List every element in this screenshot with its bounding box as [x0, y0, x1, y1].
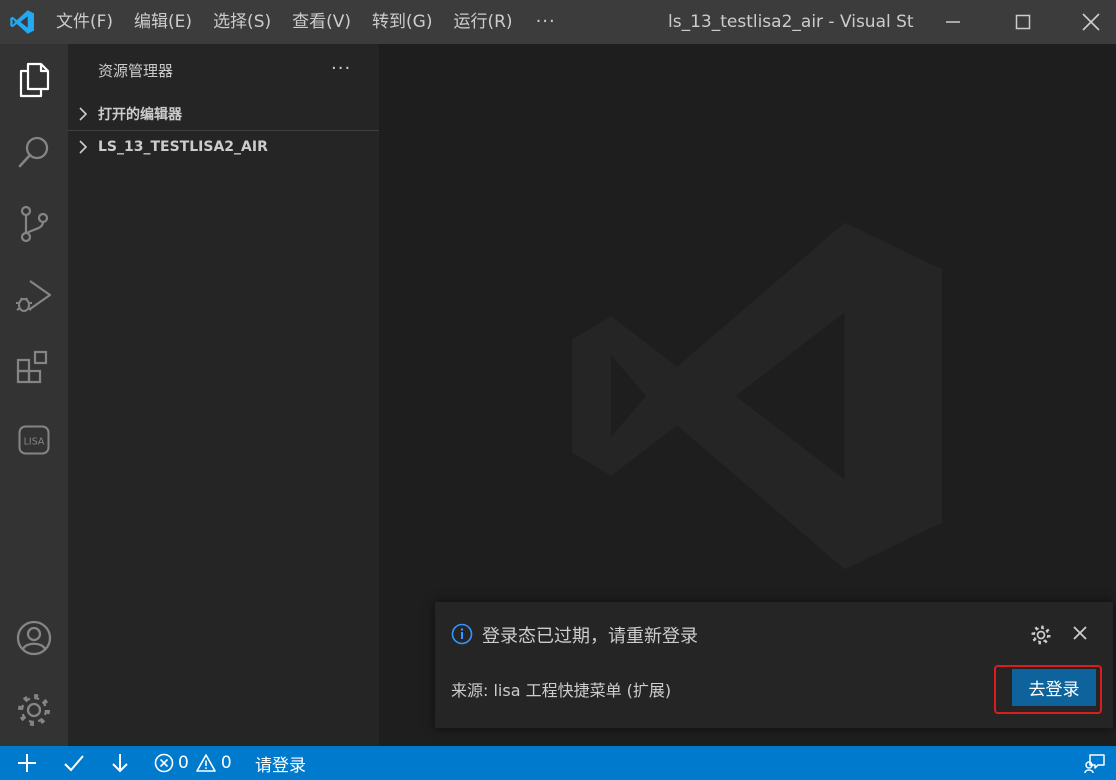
- account-icon: [16, 620, 52, 656]
- source-control-icon: [20, 205, 49, 243]
- notification-toast: 登录态已过期，请重新登录 来源: lisa 工程快捷菜单 (扩展) 去登录: [435, 602, 1113, 728]
- vscode-logo-icon[interactable]: [0, 0, 44, 44]
- section-workspace-folder-label: LS_13_TESTLISA2_AIR: [98, 139, 268, 155]
- sidebar-title: 资源管理器: [98, 62, 174, 80]
- activity-bar: LISA: [0, 44, 68, 746]
- statusbar-download-button[interactable]: [109, 746, 131, 780]
- menu-go[interactable]: 转到(G): [360, 0, 441, 44]
- minimize-button[interactable]: [930, 0, 976, 44]
- vscode-watermark-icon: [572, 222, 943, 570]
- window-title: ls_13_testlisa2_air - Visual Stu...: [668, 12, 914, 32]
- explorer-icon: [19, 62, 50, 98]
- warning-icon: [196, 754, 216, 772]
- chevron-right-icon: [68, 107, 98, 121]
- activity-run-debug[interactable]: [0, 268, 68, 324]
- minimize-icon: [946, 21, 960, 23]
- statusbar-feedback-button[interactable]: [1084, 746, 1106, 780]
- statusbar-add-button[interactable]: [16, 746, 38, 780]
- statusbar-check-button[interactable]: [63, 746, 85, 780]
- chevron-right-icon: [68, 140, 98, 154]
- notification-source: 来源: lisa 工程快捷菜单 (扩展): [451, 681, 672, 700]
- explorer-sidebar: 资源管理器 ··· 打开的编辑器 LS_13_TESTLISA2_AIR: [68, 44, 379, 746]
- maximize-icon: [1015, 14, 1031, 30]
- notification-message: 登录态已过期，请重新登录: [482, 626, 698, 647]
- menu-edit[interactable]: 编辑(E): [122, 0, 201, 44]
- error-icon: [154, 753, 174, 773]
- title-bar: 文件(F) 编辑(E) 选择(S) 查看(V) 转到(G) 运行(R) ··· …: [0, 0, 1116, 44]
- status-bar: 0 0 请登录: [0, 746, 1116, 780]
- close-window-button[interactable]: [1068, 0, 1114, 44]
- info-icon: [451, 623, 473, 645]
- menu-selection[interactable]: 选择(S): [201, 0, 280, 44]
- check-icon: [64, 755, 84, 772]
- extensions-icon: [16, 350, 48, 384]
- activity-extensions[interactable]: [0, 340, 68, 396]
- statusbar-login[interactable]: 请登录: [255, 746, 306, 780]
- maximize-button[interactable]: [1000, 0, 1046, 44]
- lisa-icon: LISA: [18, 425, 50, 455]
- search-icon: [18, 136, 49, 168]
- sidebar-more-button[interactable]: ···: [331, 44, 351, 94]
- notification-settings-gear-icon[interactable]: [1030, 624, 1052, 646]
- feedback-icon: [1084, 754, 1105, 774]
- section-divider: [68, 130, 379, 131]
- error-count: 0: [178, 753, 189, 773]
- arrow-down-icon: [112, 754, 128, 773]
- activity-lisa[interactable]: LISA: [0, 412, 68, 468]
- activity-account[interactable]: [0, 610, 68, 666]
- notification-close-icon[interactable]: [1071, 624, 1089, 642]
- plus-icon: [18, 754, 36, 772]
- lisa-icon-label: LISA: [24, 437, 45, 448]
- activity-manage[interactable]: [0, 682, 68, 738]
- activity-search[interactable]: [0, 124, 68, 180]
- section-open-editors[interactable]: 打开的编辑器: [68, 99, 379, 129]
- menu-file[interactable]: 文件(F): [44, 0, 122, 44]
- close-icon: [1082, 13, 1100, 31]
- menu-more-button[interactable]: ···: [522, 0, 570, 44]
- warning-count: 0: [220, 753, 232, 773]
- menu-view[interactable]: 查看(V): [280, 0, 360, 44]
- section-open-editors-label: 打开的编辑器: [98, 107, 182, 123]
- login-button[interactable]: 去登录: [1012, 669, 1096, 706]
- section-workspace-folder[interactable]: LS_13_TESTLISA2_AIR: [68, 132, 379, 162]
- menu-run[interactable]: 运行(R): [441, 0, 521, 44]
- activity-explorer[interactable]: [0, 52, 68, 108]
- run-debug-icon: [16, 280, 52, 312]
- statusbar-problems[interactable]: 0 0: [154, 746, 232, 780]
- activity-source-control[interactable]: [0, 196, 68, 252]
- settings-gear-icon: [18, 694, 50, 726]
- menu-bar: 文件(F) 编辑(E) 选择(S) 查看(V) 转到(G) 运行(R) ···: [44, 0, 570, 44]
